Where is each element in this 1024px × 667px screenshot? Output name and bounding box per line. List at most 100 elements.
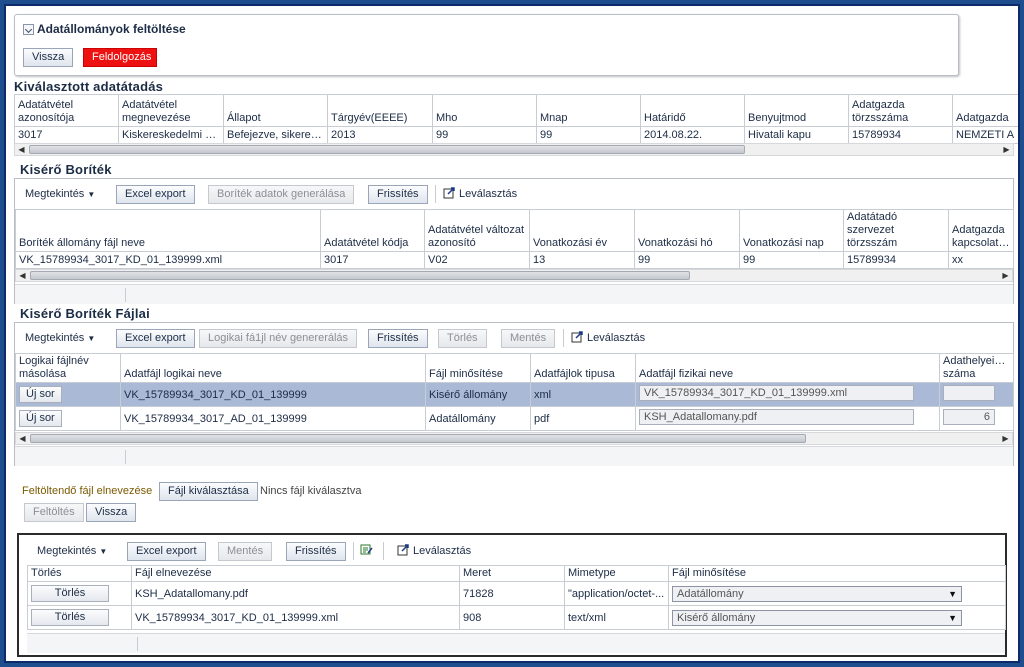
process-button[interactable]: Feldolgozás	[83, 48, 157, 67]
column-header[interactable]: Adatgazda kapcsolattart	[948, 209, 1014, 252]
detach-button[interactable]: Leválasztás	[443, 185, 517, 204]
column-header[interactable]: Adatgazda törzsszáma	[848, 94, 953, 127]
column-header[interactable]: Vonatkozási év	[529, 209, 635, 252]
excel-export-button[interactable]: Excel export	[127, 542, 206, 561]
column-header[interactable]: Adatfájl logikai neve	[120, 353, 426, 383]
table-row[interactable]: Új sor VK_15789934_3017_AD_01_139999 Ada…	[15, 406, 1014, 431]
column-header[interactable]: Fájl minősítése	[668, 565, 1006, 582]
generate-logical-name-button[interactable]: Logikai fá1jl név genererálás	[199, 329, 358, 348]
column-header[interactable]: Adathelyeinek száma	[939, 353, 1014, 383]
table-cell: Adatállomány ▼	[668, 581, 1006, 606]
scroll-right-icon[interactable]: ▶	[1001, 144, 1012, 155]
table-row[interactable]: Törlés VK_15789934_3017_KD_01_139999.xml…	[27, 605, 1006, 630]
column-header[interactable]: Törlés	[27, 565, 132, 582]
scroll-right-icon[interactable]: ▶	[1000, 270, 1011, 281]
table-cell: VK_15789934_3017_KD_01_139999.xml	[15, 251, 321, 269]
edit-icon	[360, 544, 373, 555]
excel-export-button[interactable]: Excel export	[116, 185, 195, 204]
table-row[interactable]: 3017 Kiskereskedelmi e... Befejezve, sik…	[14, 126, 1018, 144]
column-header[interactable]: Adatfájlok tipusa	[530, 353, 636, 383]
column-header[interactable]: Mnap	[536, 94, 641, 127]
files-hscrollbar[interactable]: ◀ ▶	[15, 432, 1013, 445]
scroll-thumb[interactable]	[29, 145, 745, 154]
table-row[interactable]: Törlés KSH_Adatallomany.pdf 71828 "appli…	[27, 581, 1006, 606]
scroll-right-icon[interactable]: ▶	[1000, 433, 1011, 444]
edit-record-button[interactable]	[360, 542, 376, 561]
scroll-thumb[interactable]	[30, 434, 806, 443]
column-header[interactable]: Adatgazda	[952, 94, 1018, 127]
main-window: Adatállományok feltöltése Vissza Feldolg…	[4, 4, 1020, 663]
choose-file-button[interactable]: Fájl kiválasztása	[159, 482, 258, 501]
column-header[interactable]: Benyujtmod	[744, 94, 849, 127]
column-header[interactable]: Állapot	[223, 94, 328, 127]
table-cell: Kisérő állomány ▼	[668, 605, 1006, 630]
back-button[interactable]: Vissza	[23, 48, 74, 67]
table-row[interactable]: Új sor VK_15789934_3017_KD_01_139999 Kis…	[15, 382, 1014, 407]
scroll-thumb[interactable]	[30, 271, 690, 280]
delete-button[interactable]: Törlés	[438, 329, 487, 348]
scroll-left-icon[interactable]: ◀	[17, 270, 28, 281]
save-button[interactable]: Mentés	[218, 542, 273, 561]
table-cell: VK_15789934_3017_KD_01_139999.xml	[635, 382, 940, 407]
column-header[interactable]: Adatátvétel kódja	[320, 209, 425, 252]
column-header[interactable]: Mho	[432, 94, 537, 127]
scroll-left-icon[interactable]: ◀	[16, 144, 27, 155]
column-header[interactable]: Fájl elnevezése	[131, 565, 460, 582]
table-cell: 3017	[14, 126, 119, 144]
excel-export-button[interactable]: Excel export	[116, 329, 195, 348]
generate-envelope-button[interactable]: Boríték adatok generálása	[208, 185, 355, 204]
detach-button[interactable]: Leválasztás	[397, 542, 471, 561]
physical-name-field[interactable]: KSH_Adatallomany.pdf	[639, 408, 914, 425]
column-header[interactable]: Vonatkozási hó	[634, 209, 740, 252]
column-header[interactable]: Tárgyév(EEEE)	[327, 94, 433, 127]
table-cell: 13	[529, 251, 635, 269]
table-cell: Adatállomány	[425, 406, 531, 431]
new-row-button[interactable]: Új sor	[19, 410, 62, 427]
panel-title-text: Adatállományok feltöltése	[37, 22, 186, 36]
table-cell: "application/octet-...	[564, 581, 669, 606]
column-header[interactable]: Meret	[459, 565, 565, 582]
collapse-icon[interactable]	[23, 23, 34, 35]
new-row-button[interactable]: Új sor	[19, 386, 62, 403]
column-header[interactable]: Mimetype	[564, 565, 669, 582]
column-header[interactable]: Adatátvétel megnevezése	[118, 94, 224, 127]
count-field[interactable]: 6	[943, 408, 995, 425]
column-header[interactable]: Adatátvétel azonosítója	[14, 94, 119, 127]
file-quality-select[interactable]: Kisérő állomány ▼	[672, 609, 962, 626]
table-cell: 2013	[327, 126, 433, 144]
delete-row-button[interactable]: Törlés	[31, 585, 109, 602]
refresh-button[interactable]: Frissítés	[286, 542, 346, 561]
save-button[interactable]: Mentés	[501, 329, 556, 348]
column-header[interactable]: Vonatkozási nap	[739, 209, 844, 252]
view-menu-label: Megtekintés	[25, 188, 85, 200]
refresh-button[interactable]: Frissítés	[368, 329, 428, 348]
refresh-button[interactable]: Frissítés	[368, 185, 428, 204]
table-cell: 2014.08.22.	[640, 126, 745, 144]
count-field[interactable]	[943, 384, 995, 401]
upload-back-button[interactable]: Vissza	[86, 503, 137, 522]
column-header[interactable]: Boríték állomány fájl neve	[15, 209, 321, 252]
column-header[interactable]: Adatfájl fizikai neve	[635, 353, 940, 383]
upload-button[interactable]: Feltöltés	[24, 503, 84, 522]
envelope-table: Boríték állomány fájl neve Adatátvétel k…	[15, 209, 1014, 269]
dropdown-arrow-icon: ▼	[948, 612, 957, 623]
physical-name-field[interactable]: VK_15789934_3017_KD_01_139999.xml	[639, 384, 914, 401]
view-menu-button[interactable]: Megtekintés ▼	[21, 185, 103, 204]
detach-label: Leválasztás	[413, 545, 472, 557]
scroll-left-icon[interactable]: ◀	[17, 433, 28, 444]
delete-row-button[interactable]: Törlés	[31, 609, 109, 626]
column-header[interactable]: Logikai fájlnév másolása	[15, 353, 121, 383]
column-header[interactable]: Adatátvétel változat azonosító	[424, 209, 530, 252]
column-header[interactable]: Fájl minősítése	[425, 353, 531, 383]
table-cell: pdf	[530, 406, 636, 431]
envelope-hscrollbar[interactable]: ◀ ▶	[15, 269, 1013, 282]
table-row[interactable]: VK_15789934_3017_KD_01_139999.xml 3017 V…	[15, 251, 1014, 269]
view-menu-button[interactable]: Megtekintés ▼	[21, 329, 103, 348]
file-quality-select[interactable]: Adatállomány ▼	[672, 585, 962, 602]
column-header[interactable]: Adatátadó szervezet törzsszám	[843, 209, 949, 252]
detach-button[interactable]: Leválasztás	[571, 329, 645, 348]
view-menu-button[interactable]: Megtekintés ▼	[33, 542, 115, 561]
upload-header-panel: Adatállományok feltöltése Vissza Feldolg…	[14, 14, 959, 76]
selected-hscrollbar[interactable]: ◀ ▶	[14, 143, 1014, 156]
column-header[interactable]: Határidő	[640, 94, 745, 127]
